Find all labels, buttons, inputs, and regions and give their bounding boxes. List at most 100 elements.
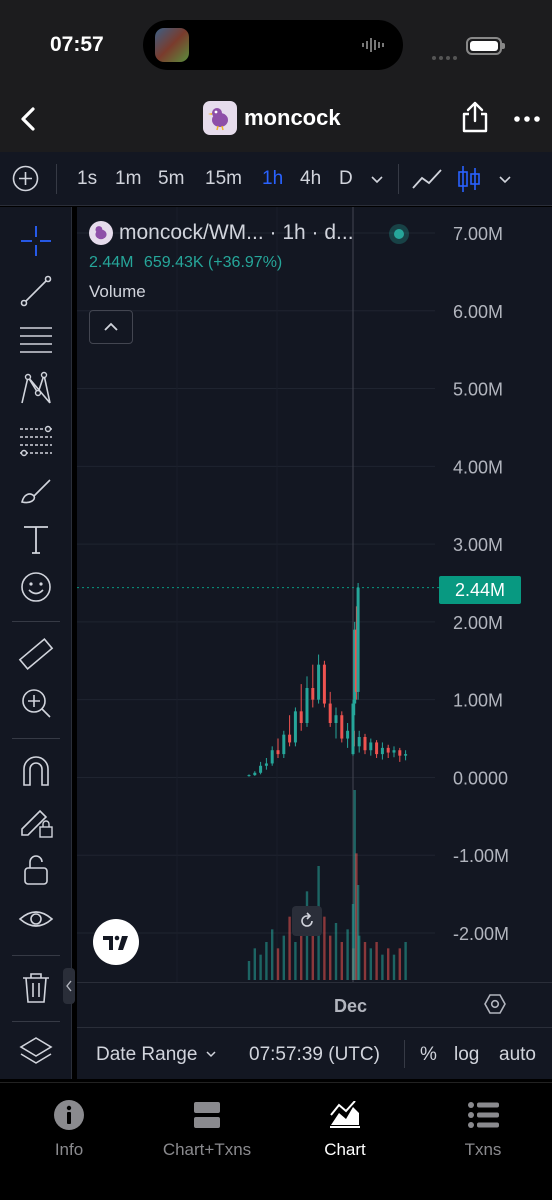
volume-bar [375, 942, 378, 980]
volume-bar [340, 942, 343, 980]
candle-body [356, 587, 360, 692]
percent-scale-toggle[interactable]: % [420, 1044, 437, 1066]
auto-scale-toggle[interactable]: auto [499, 1044, 536, 1066]
toolbar-divider [404, 1040, 405, 1068]
log-scale-toggle[interactable]: log [454, 1044, 479, 1066]
legend-collapse-button[interactable] [89, 310, 133, 344]
fib-retracement-icon[interactable] [18, 421, 54, 457]
trash-icon[interactable] [18, 969, 54, 1005]
lock-drawings-icon[interactable] [18, 803, 54, 839]
candle-body [299, 711, 303, 723]
candle-body [351, 703, 355, 755]
legend-symbol[interactable]: moncock/WM... [119, 221, 264, 245]
layers-icon[interactable] [18, 1033, 54, 1069]
legend-interval[interactable]: · 1h · d... [270, 221, 354, 245]
signal-icon [432, 47, 460, 65]
candle-body [369, 742, 373, 751]
status-bar: 07:57 [0, 0, 552, 92]
trend-line-icon[interactable] [18, 273, 54, 309]
candle-body [259, 765, 263, 773]
candle-body [293, 711, 297, 743]
timeframe-15m[interactable]: 15m [205, 168, 242, 190]
timeframe-d[interactable]: D [339, 168, 353, 190]
tab-info[interactable]: Info [0, 1099, 138, 1160]
split-view-icon [194, 1102, 220, 1128]
chevron-down-icon[interactable] [370, 172, 384, 186]
text-icon[interactable] [18, 521, 54, 557]
eye-icon[interactable] [18, 901, 54, 937]
timeframe-1s[interactable]: 1s [77, 168, 97, 190]
brush-icon[interactable] [18, 472, 54, 508]
volume-bar [387, 948, 390, 980]
chevron-down-icon[interactable] [205, 1048, 217, 1060]
time-axis-label: Dec [334, 996, 368, 1016]
utc-clock[interactable]: 07:57:39 (UTC) [249, 1044, 380, 1066]
tradingview-logo[interactable] [93, 919, 139, 965]
market-status-indicator[interactable] [389, 224, 409, 244]
candle-body [363, 737, 367, 751]
page-title: moncock [244, 105, 341, 130]
date-range-button[interactable]: Date Range [96, 1044, 197, 1066]
candle-body [253, 772, 257, 776]
volume-indicator-label[interactable]: Volume [89, 282, 354, 302]
y-axis-tick-label: 5.00M [453, 380, 503, 400]
bird-icon [208, 108, 228, 131]
candle-body [288, 734, 292, 743]
emoji-icon[interactable] [18, 569, 54, 605]
crosshair-icon[interactable] [18, 223, 54, 259]
timeframe-1m[interactable]: 1m [115, 168, 141, 190]
ruler-icon[interactable] [18, 636, 54, 672]
chart-legend: moncock/WM... · 1h · d... 2.44M 659.43K … [89, 221, 354, 344]
candle-body [322, 664, 326, 704]
volume-bar [404, 942, 407, 980]
chevron-up-icon [104, 322, 118, 331]
volume-bar [392, 954, 396, 980]
tab-label: Txns [464, 1140, 502, 1159]
tab-txns[interactable]: Txns [414, 1099, 552, 1160]
chevron-down-icon[interactable] [498, 172, 512, 186]
toolbar-divider [12, 738, 60, 739]
list-icon [468, 1102, 499, 1128]
candle-body [317, 664, 321, 700]
candle-body [386, 747, 390, 753]
y-axis-tick-label: 6.00M [453, 302, 503, 322]
pattern-icon[interactable] [18, 371, 54, 407]
dynamic-island[interactable] [143, 20, 403, 70]
tab-chart[interactable]: Chart [276, 1099, 414, 1160]
candle-body [404, 754, 408, 756]
chevron-left-icon [66, 980, 72, 992]
back-button[interactable] [14, 104, 44, 134]
audio-wave-icon [362, 38, 384, 52]
chart-area-icon [330, 1101, 360, 1128]
candle-body [282, 734, 286, 755]
volume-bar [363, 942, 367, 980]
bird-icon [95, 226, 107, 240]
current-price-label: 2.44M [439, 576, 521, 604]
unlock-icon[interactable] [18, 852, 54, 888]
timeframe-5m[interactable]: 5m [158, 168, 184, 190]
volume-bar [282, 935, 285, 980]
share-button[interactable] [460, 100, 490, 134]
candle-body [276, 750, 280, 755]
zoom-in-icon[interactable] [18, 685, 54, 721]
y-axis-tick-label: 2.00M [453, 613, 503, 633]
price-chart[interactable]: 7.00M 6.00M 5.00M 4.00M 3.00M 2.00M 1.00M 0.000… [77, 207, 552, 1027]
y-axis-tick-label: 3.00M [453, 535, 503, 555]
collapse-toolbar-button[interactable] [63, 968, 75, 1004]
gear-icon[interactable] [484, 993, 506, 1015]
y-axis-tick-label: 1.00M [453, 691, 503, 711]
time-axis[interactable]: Dec [77, 982, 552, 1026]
line-chart-icon[interactable] [411, 166, 443, 192]
horizontal-lines-icon[interactable] [18, 322, 54, 358]
tab-chart-txns[interactable]: Chart+Txns [138, 1099, 276, 1160]
timeframe-1h[interactable]: 1h [262, 168, 283, 190]
more-button[interactable] [514, 106, 540, 132]
timeframe-4h[interactable]: 4h [300, 168, 321, 190]
magnet-icon[interactable] [18, 753, 54, 789]
reset-chart-button[interactable] [292, 906, 322, 936]
volume-bar [288, 916, 291, 980]
candlestick-icon[interactable] [456, 164, 482, 194]
volume-bar [259, 954, 262, 980]
drawing-toolbar [0, 207, 72, 1079]
add-symbol-button[interactable] [12, 165, 39, 192]
